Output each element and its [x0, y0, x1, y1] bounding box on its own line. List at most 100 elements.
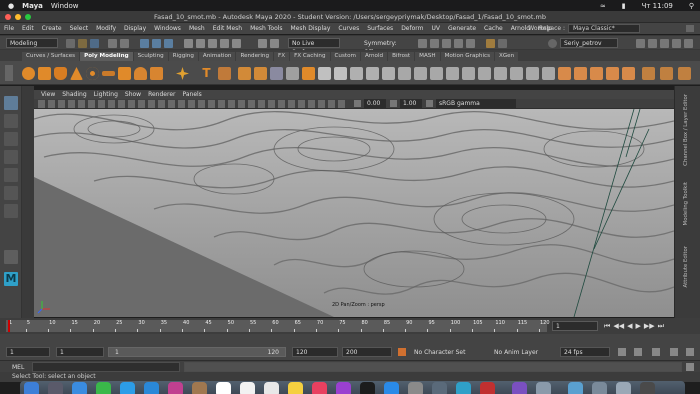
undo-icon[interactable]	[108, 39, 117, 48]
shelf-tab-sculpting[interactable]: Sculpting	[133, 52, 168, 61]
poly-plane-icon[interactable]	[102, 71, 115, 76]
menu-surfaces[interactable]: Surfaces	[363, 25, 397, 32]
animation-end-field[interactable]: 200	[342, 347, 392, 357]
poke-icon[interactable]	[446, 67, 459, 80]
combine-icon[interactable]	[238, 67, 251, 80]
step-forward-frame-icon[interactable]: ▶▶	[644, 322, 655, 331]
downloads-folder-icon[interactable]	[568, 382, 583, 394]
uv-unfold-icon[interactable]	[642, 67, 655, 80]
snap-point-icon[interactable]	[208, 39, 217, 48]
smooth-icon[interactable]	[270, 67, 283, 80]
loop-icon[interactable]	[618, 348, 626, 356]
menu-windows[interactable]: Windows	[150, 25, 185, 32]
preview-icon[interactable]	[536, 382, 551, 394]
hypershade-icon[interactable]	[454, 39, 463, 48]
svg-tool-icon[interactable]	[218, 67, 231, 80]
input-ops-icon[interactable]	[270, 39, 279, 48]
panel-menu-view[interactable]: View	[41, 91, 55, 98]
poly-cone-icon[interactable]	[70, 67, 83, 80]
menu-generate[interactable]: Generate	[444, 25, 480, 32]
time-slider[interactable]: 1 5 10 15 20 25 30 35 40 45 50 55 60 65 70 75 80 85 90 95 10…	[0, 318, 700, 334]
cylindrical-uv-icon[interactable]	[574, 67, 587, 80]
gamma-icon[interactable]	[390, 100, 397, 107]
poly-disc-icon[interactable]	[118, 67, 131, 80]
menu-mesh-display[interactable]: Mesh Display	[287, 25, 335, 32]
panel-menu-lighting[interactable]: Lighting	[94, 91, 118, 98]
single-perspective-layout-icon[interactable]	[4, 250, 18, 264]
shelf-tab-animation[interactable]: Animation	[198, 52, 236, 61]
wedge-icon[interactable]	[430, 67, 443, 80]
lasso-tool-icon[interactable]	[4, 114, 18, 128]
select-hierarchy-icon[interactable]	[140, 39, 149, 48]
tab-channel-box[interactable]: Channel Box / Layer Editor	[683, 94, 689, 166]
step-back-frame-icon[interactable]: ◀	[627, 322, 632, 331]
spotlight-icon[interactable]: ⚲	[689, 2, 694, 10]
script-language-toggle[interactable]: MEL	[12, 364, 24, 371]
fill-hole-icon[interactable]	[382, 67, 395, 80]
play-forward-icon[interactable]: ▶	[635, 322, 640, 331]
music-icon[interactable]	[312, 382, 327, 394]
stickies-icon[interactable]	[264, 382, 279, 394]
auto-key-icon[interactable]	[634, 348, 642, 356]
paint-select-tool-icon[interactable]	[4, 132, 18, 146]
platonic-solid-icon[interactable]	[134, 67, 147, 80]
facetime-icon[interactable]	[144, 382, 159, 394]
recent-stack-icon[interactable]	[616, 382, 631, 394]
poly-torus-icon[interactable]	[86, 67, 99, 80]
svg-icon[interactable]	[176, 67, 189, 80]
poly-sphere-icon[interactable]	[22, 67, 35, 80]
sidebar-toggle-2-icon[interactable]	[648, 39, 657, 48]
photos-icon[interactable]	[168, 382, 183, 394]
circularize-icon[interactable]	[462, 67, 475, 80]
notes-icon[interactable]	[288, 382, 303, 394]
shelf-tab-poly-modeling[interactable]: Poly Modeling	[80, 52, 133, 61]
shelf-tab-arnold[interactable]: Arnold	[360, 52, 388, 61]
mac-clock[interactable]: Чт 11:09	[642, 2, 673, 10]
script-editor-icon[interactable]	[686, 363, 694, 371]
rotate-tool-icon[interactable]	[4, 168, 18, 182]
reminders-icon[interactable]	[240, 382, 255, 394]
shelf-tab-xgen[interactable]: XGen	[495, 52, 519, 61]
system-preferences-icon[interactable]	[408, 382, 423, 394]
color-management-icon[interactable]	[426, 100, 433, 107]
symmetrize-icon[interactable]	[542, 67, 555, 80]
last-tool-icon[interactable]	[4, 204, 18, 218]
current-frame-field[interactable]: 1	[552, 321, 598, 331]
poly-cube-icon[interactable]	[38, 67, 51, 80]
boolean-icon[interactable]	[286, 67, 299, 80]
menu-set-dropdown[interactable]: Modeling	[6, 38, 58, 48]
uv-editor-icon[interactable]	[622, 67, 635, 80]
viber-icon[interactable]	[512, 382, 527, 394]
shelf-tab-mash[interactable]: MASH	[415, 52, 440, 61]
menu-file[interactable]: File	[0, 25, 18, 32]
shelf-tab-rendering[interactable]: Rendering	[236, 52, 274, 61]
append-icon[interactable]	[366, 67, 379, 80]
tab-modeling-toolkit[interactable]: Modeling Toolkit	[683, 182, 689, 225]
lock-icon[interactable]	[486, 39, 495, 48]
ipr-render-icon[interactable]	[430, 39, 439, 48]
exposure-icon[interactable]	[354, 100, 361, 107]
podcasts-icon[interactable]	[336, 382, 351, 394]
apple-icon[interactable]: ●	[8, 2, 14, 10]
go-to-end-icon[interactable]: ⏭	[658, 322, 664, 331]
snap-grid-icon[interactable]	[184, 39, 193, 48]
contacts-icon[interactable]	[192, 382, 207, 394]
snap-surface-icon[interactable]	[232, 39, 241, 48]
symmetry-dropdown[interactable]: Symmetry: Off	[360, 38, 410, 56]
extrude-icon[interactable]	[318, 67, 331, 80]
anim-layer-dropdown[interactable]: No Anim Layer	[490, 347, 556, 357]
shelf-tab-motion-graphics[interactable]: Motion Graphics	[440, 52, 495, 61]
select-object-icon[interactable]	[152, 39, 161, 48]
fps-dropdown[interactable]: 24 fps	[560, 347, 610, 357]
sidebar-toggle-3-icon[interactable]	[660, 39, 669, 48]
redo-icon[interactable]	[120, 39, 129, 48]
maya-app-icon[interactable]	[456, 382, 471, 394]
mash-logo-icon[interactable]: M	[4, 272, 18, 286]
app-store-icon[interactable]	[384, 382, 399, 394]
menu-mesh-tools[interactable]: Mesh Tools	[246, 25, 286, 32]
scale-tool-icon[interactable]	[4, 186, 18, 200]
launchpad-icon[interactable]	[48, 382, 63, 394]
history-icon[interactable]	[258, 39, 267, 48]
type-icon[interactable]: T	[200, 67, 213, 80]
sidebar-toggle-4-icon[interactable]	[672, 39, 681, 48]
